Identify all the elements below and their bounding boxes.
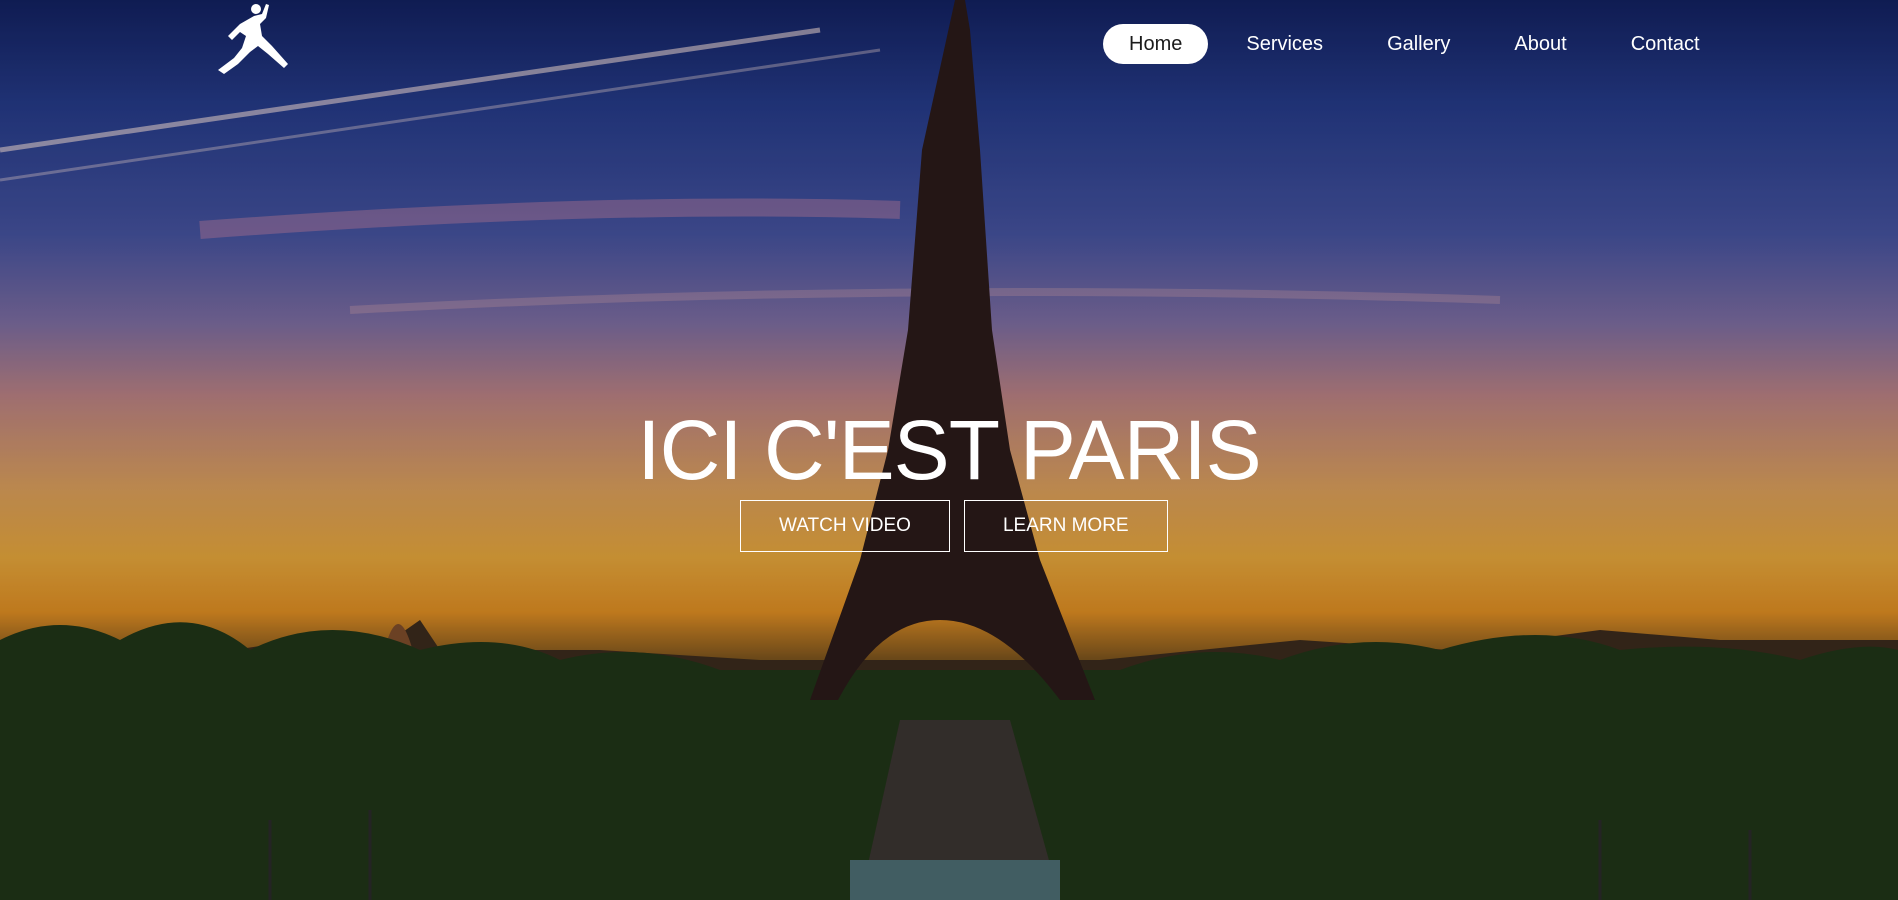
nav-item-services[interactable]: Services — [1220, 24, 1349, 64]
watch-video-button[interactable]: WATCH VIDEO — [740, 500, 950, 552]
hero-title: ICI C'EST PARIS — [637, 403, 1261, 497]
jumpman-logo-svg — [218, 4, 288, 74]
hero-actions: WATCH VIDEO LEARN MORE — [740, 500, 1168, 552]
jumpman-logo-icon[interactable] — [210, 2, 292, 78]
main-nav: Home Services Gallery About Contact — [1103, 24, 1726, 64]
learn-more-button[interactable]: LEARN MORE — [963, 500, 1168, 552]
nav-item-about[interactable]: About — [1488, 24, 1592, 64]
nav-item-home[interactable]: Home — [1103, 24, 1209, 64]
nav-item-contact[interactable]: Contact — [1605, 24, 1726, 64]
nav-item-gallery[interactable]: Gallery — [1361, 24, 1476, 64]
